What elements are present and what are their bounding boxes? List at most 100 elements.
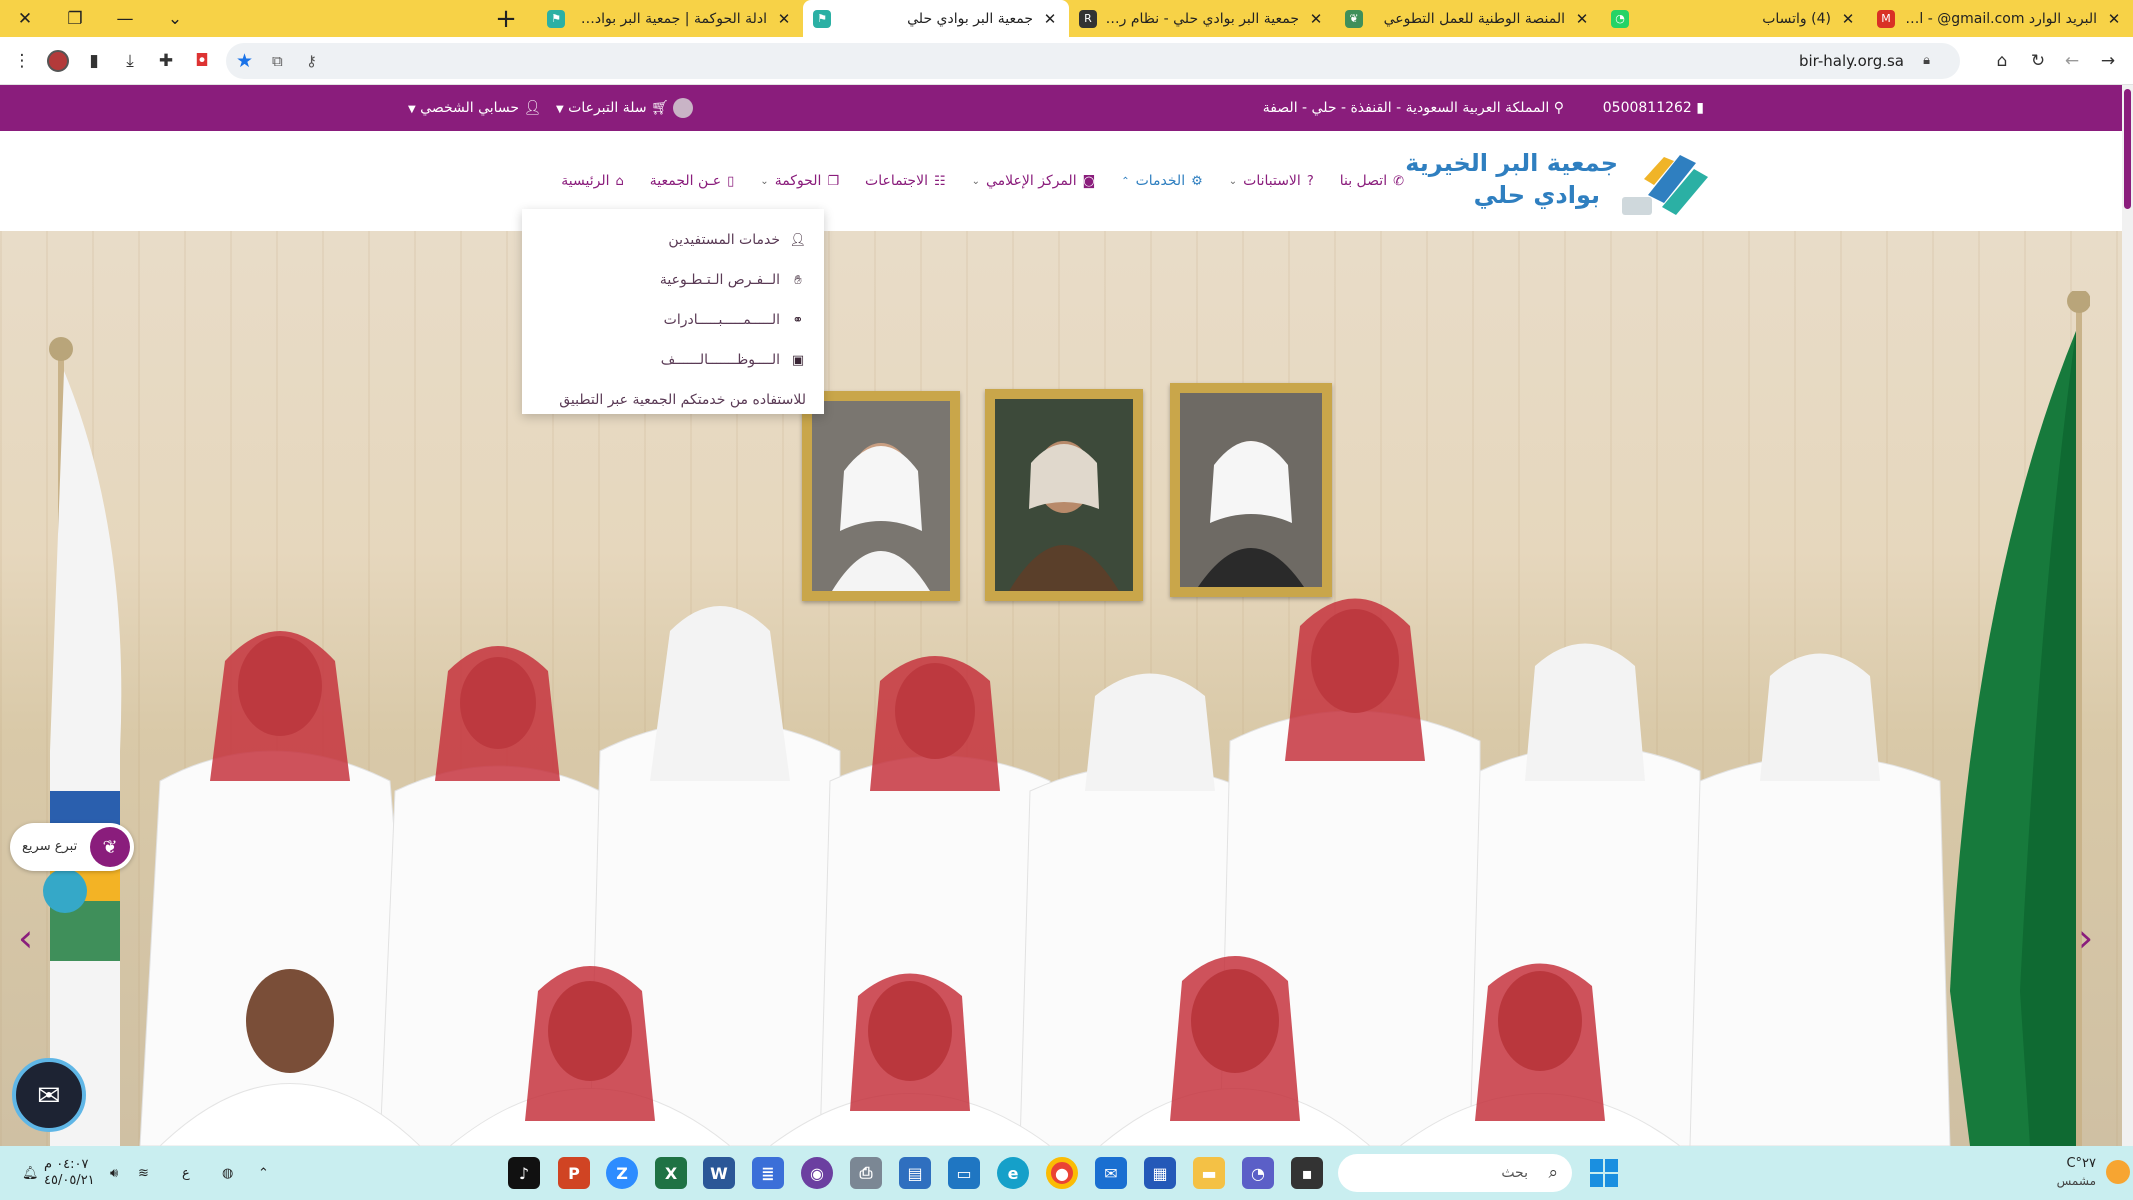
rafed-icon: R [1079, 9, 1097, 28]
extension-shield-icon[interactable]: ◘ [188, 47, 216, 75]
start-button[interactable] [1590, 1159, 1618, 1187]
restore-window-icon[interactable]: ❐ [50, 0, 100, 37]
browser-tab[interactable]: ⚑ ادلة الحوكمة | جمعية البر بوادي حلي ✕ [537, 0, 803, 37]
url-text[interactable]: bir-haly.org.sa [1799, 43, 1904, 79]
browser-tab[interactable]: R جمعية البر بوادي حلي - نظام رافد ✕ [1069, 0, 1335, 37]
taskbar-search[interactable]: ⌕ بحث [1338, 1154, 1572, 1192]
translate-icon[interactable]: ⧉ [272, 43, 283, 79]
page-scrollbar[interactable] [2122, 85, 2133, 1146]
file-explorer-app-icon[interactable]: ▬ [1193, 1157, 1225, 1189]
input-language[interactable]: ع [182, 1146, 190, 1200]
teams-app-icon[interactable]: ◉ [801, 1157, 833, 1189]
tab-close-icon[interactable]: ✕ [1839, 10, 1857, 28]
location-info: ⚲ المملكة العربية السعودية - القنفذة - ح… [1263, 85, 1564, 131]
account-menu[interactable]: 👤︎ حسابي الشخصي ▼ [408, 85, 541, 133]
browser-tab[interactable]: ⚑ جمعية البر بوادي حلي ✕ [803, 0, 1069, 37]
printer-app-icon[interactable]: ⎙ [850, 1157, 882, 1189]
browser-menu-icon[interactable]: ⋮ [8, 47, 36, 75]
notification-bell-icon[interactable]: 🔔︎ [22, 1146, 39, 1200]
contact-mail-button[interactable]: ✉ [12, 1058, 86, 1132]
wifi-icon[interactable]: ≋ [138, 1146, 149, 1200]
nav-item[interactable]: ? الاستبانات ⌄ [1229, 173, 1314, 189]
profile-avatar[interactable] [44, 47, 72, 75]
tab-close-icon[interactable]: ✕ [1307, 10, 1325, 28]
store-app-icon[interactable]: ▦ [1144, 1157, 1176, 1189]
network-globe-icon[interactable]: ◍ [222, 1146, 233, 1200]
user-icon: 👤︎ [523, 100, 542, 116]
dropdown-item[interactable]: ▣ الــــوظـــــــالــــــف [522, 340, 824, 380]
dropdown-item[interactable]: 👤︎ خدمات المستفيدين [522, 220, 824, 260]
scrollbar-thumb[interactable] [2124, 89, 2131, 209]
browser-tab[interactable]: M البريد الوارد Gmail - @gmail.com ✕ [1867, 0, 2133, 37]
show-hidden-icons-chevron-icon[interactable]: ⌃ [258, 1146, 269, 1200]
quick-donate-button[interactable]: ❦ تبرع سريع [10, 823, 134, 871]
nav-item[interactable]: ⌂ الرئيسية [561, 173, 624, 189]
desktop-app-icon[interactable]: ▭ [948, 1157, 980, 1189]
minimize-window-icon[interactable]: — [100, 0, 150, 37]
word-app-icon[interactable]: W [703, 1157, 735, 1189]
nav-item[interactable]: ⚙ الخدمات ⌃ [1121, 173, 1203, 189]
services-dropdown: 👤︎ خدمات المستفيدين ✋︎ الــفـرص الـتـطـوعية… [522, 209, 824, 414]
slider-prev-arrow[interactable]: ‹ [18, 916, 33, 960]
tab-close-icon[interactable]: ✕ [2105, 10, 2123, 28]
cart-menu[interactable]: 🛒︎ سلة التبرعات ▼ [556, 85, 694, 133]
zoom-app-icon[interactable]: Z [606, 1157, 638, 1189]
nav-item-label: الاجتماعات [865, 173, 928, 189]
sidebar-icon[interactable]: ▮ [80, 47, 108, 75]
weather-widget[interactable]: ٢٧°C مشمس [2040, 1152, 2130, 1196]
search-icon: ⌕ [1548, 1163, 1558, 1183]
nav-item[interactable]: ☷ الاجتماعات [865, 173, 946, 189]
extensions-icon[interactable]: ✚ [152, 47, 180, 75]
handshake-icon: ⚭ [792, 312, 804, 328]
bookmark-star-icon[interactable]: ★ [236, 43, 253, 79]
chevron-down-icon: ▼ [408, 104, 416, 115]
browser-tab[interactable]: ❦ المنصة الوطنية للعمل التطوعي ✕ [1335, 0, 1601, 37]
site-logo[interactable]: جمعية البر الخيرية بوادي حلي [1405, 145, 1710, 221]
hand-icon: ✋︎ [794, 272, 802, 288]
password-key-icon[interactable]: ⚷ [306, 43, 317, 79]
browser-toolbar: ⋮ ▮ ⤓ ✚ ◘ ★ ⧉ ⚷ bir-haly.org.sa 🔒︎ ⌂ ↻ ←… [0, 37, 2133, 85]
chrome-app-icon[interactable]: ● [1046, 1157, 1078, 1189]
tab-close-icon[interactable]: ✕ [1573, 10, 1591, 28]
tiktok-app-icon[interactable]: ♪ [508, 1157, 540, 1189]
cart-label: سلة التبرعات [568, 100, 647, 116]
browser-tab[interactable]: ◔ (4) واتساب ✕ [1601, 0, 1867, 37]
new-tab-button[interactable]: + [488, 0, 524, 37]
phone-info[interactable]: ▮ 0500811262 [1603, 85, 1704, 131]
nav-item[interactable]: ❐ الحوكمة ⌄ [760, 173, 839, 189]
dropdown-item[interactable]: ✋︎ الــفـرص الـتـطـوعية [522, 260, 824, 300]
dropdown-item[interactable]: ⚭ الـــــمـــــبـــــادرات [522, 300, 824, 340]
tab-list: M البريد الوارد Gmail - @gmail.com ✕ ◔ (4) و… [528, 0, 2133, 37]
download-icon[interactable]: ⤓ [116, 47, 144, 75]
lock-icon[interactable]: 🔒︎ [1923, 43, 1930, 79]
nav-item-label: المركز الإعلامي [986, 173, 1077, 189]
account-label: حسابي الشخصي [420, 100, 520, 116]
clock[interactable]: ٠٤:٠٧ م ٤٥/٠٥/٢١ [44, 1146, 95, 1200]
tab-title: جمعية البر بوادي حلي - نظام رافد [1105, 10, 1299, 27]
dropdown-item[interactable]: للاستفاده من خدمتكم الجمعية عبر التطبيق [522, 380, 824, 420]
copy-icon: ❐ [827, 173, 840, 189]
tab-close-icon[interactable]: ✕ [775, 10, 793, 28]
mail-app-icon[interactable]: ✉ [1095, 1157, 1127, 1189]
excel-app-icon[interactable]: X [655, 1157, 687, 1189]
back-icon[interactable]: → [2094, 47, 2122, 75]
tab-search-icon[interactable]: ⌄ [150, 0, 200, 37]
terminal-app-icon[interactable]: ▪ [1291, 1157, 1323, 1189]
nav-item[interactable]: ✆ اتصل بنا [1340, 173, 1404, 189]
nav-item[interactable]: ▯ عـن الجمعية [650, 173, 735, 189]
home-icon[interactable]: ⌂ [1988, 47, 2016, 75]
reload-icon[interactable]: ↻ [2024, 47, 2052, 75]
volume-icon[interactable]: 🔊︎ [110, 1146, 118, 1200]
scanner-app-icon[interactable]: ▤ [899, 1157, 931, 1189]
address-bar[interactable]: ★ ⧉ ⚷ bir-haly.org.sa 🔒︎ [226, 43, 1960, 79]
phone-number: 0500811262 [1602, 100, 1692, 116]
tab-close-icon[interactable]: ✕ [1041, 10, 1059, 28]
notes-app-icon[interactable]: ≣ [752, 1157, 784, 1189]
nav-item[interactable]: ◙ المركز الإعلامي ⌄ [972, 173, 1096, 189]
chat-app-icon[interactable]: ◔ [1242, 1157, 1274, 1189]
slider-next-arrow[interactable]: › [2078, 916, 2093, 960]
close-window-icon[interactable]: ✕ [0, 0, 50, 37]
forward-icon[interactable]: ← [2058, 47, 2086, 75]
edge-app-icon[interactable]: e [997, 1157, 1029, 1189]
powerpoint-app-icon[interactable]: P [558, 1157, 590, 1189]
